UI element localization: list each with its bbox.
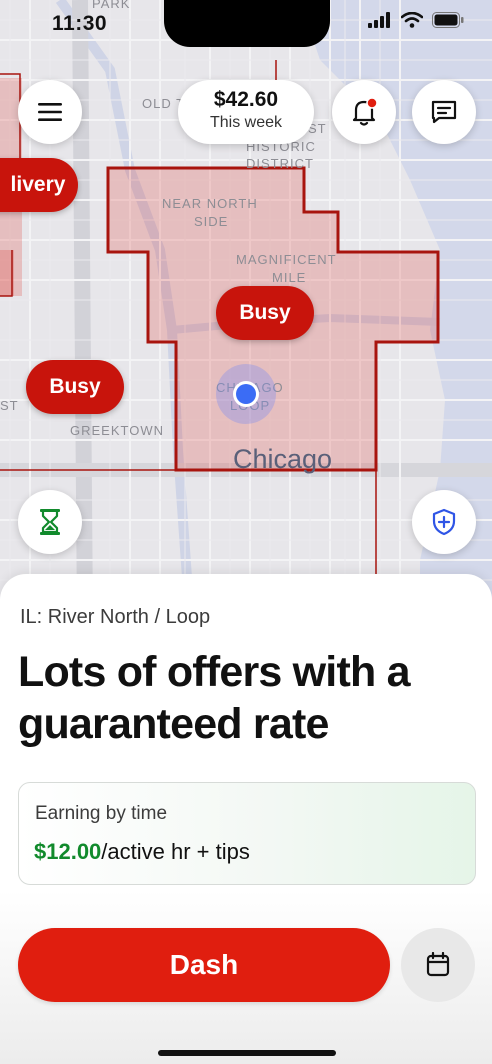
notification-badge [366,98,377,109]
sheet-headline: Lots of offers with a guaranteed rate [18,648,411,748]
map-label-historic-3: DISTRICT [246,156,314,171]
earning-rate-amount: $12.00 [34,839,102,864]
earning-rate-suffix: /active hr + tips [101,839,250,864]
map-label-edge: ST [0,398,19,413]
earning-mode-label: Earning by time [35,803,168,824]
wifi-icon [401,12,423,28]
delivery-zone-pill[interactable]: livery [0,158,78,212]
weekly-earnings-period: This week [209,114,283,131]
map-label-greektown: GREEKTOWN [70,423,164,438]
battery-icon [432,12,464,28]
status-icons [368,12,464,28]
bell-icon [352,98,377,126]
timer-button[interactable] [18,490,82,554]
home-indicator[interactable] [158,1050,336,1056]
status-bar: 11:30 [0,0,492,50]
map-label-near-north-2: SIDE [194,214,228,229]
region-label: IL: River North / Loop [20,606,211,628]
status-time: 11:30 [52,12,108,35]
hourglass-icon [40,509,60,535]
calendar-icon [426,952,450,977]
map-label-near-north-1: NEAR NORTH [162,196,258,211]
busy-zone-pill-river-north[interactable]: Busy [216,286,314,340]
map-label-city: Chicago [233,444,332,474]
map-label-magnificent-2: MILE [272,270,306,285]
shield-plus-icon [432,508,456,536]
earning-mode-card[interactable]: Earning by time $12.00/active hr + tips [18,782,476,885]
messages-button[interactable] [412,80,476,144]
current-location-dot [236,384,256,404]
safety-button[interactable] [412,490,476,554]
dash-button-label: Dash [169,949,239,980]
weekly-earnings-button[interactable]: $42.60 This week [178,80,314,144]
dynamic-island [164,0,330,47]
schedule-button[interactable] [401,928,475,1002]
chat-icon [431,100,457,124]
menu-button[interactable] [18,80,82,144]
map-label-magnificent-1: MAGNIFICENT [236,252,337,267]
dash-button[interactable]: Dash [18,928,390,1002]
notifications-button[interactable] [332,80,396,144]
busy-zone-pill-west[interactable]: Busy [26,360,124,414]
earning-rate: $12.00/active hr + tips [34,839,250,865]
weekly-earnings-amount: $42.60 [213,88,279,111]
cellular-signal-icon [368,12,390,28]
menu-icon [38,103,62,121]
